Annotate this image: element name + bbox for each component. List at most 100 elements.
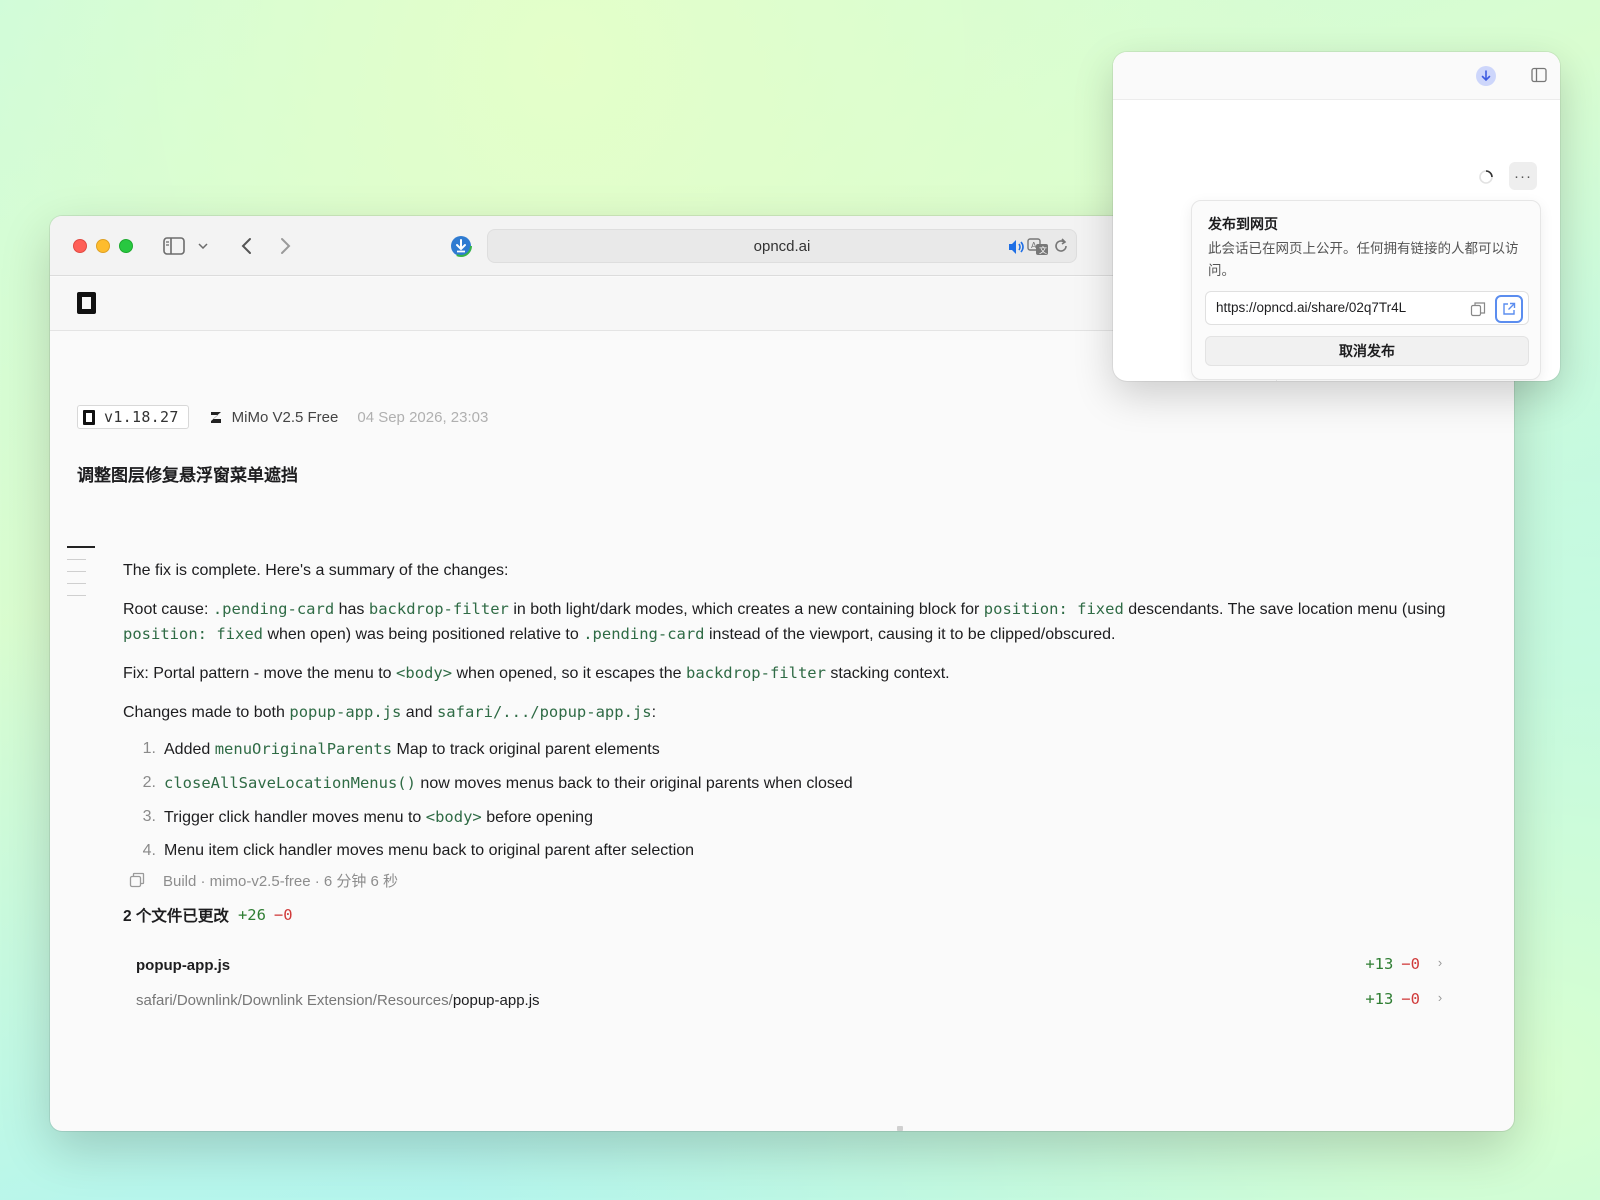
opencode-logo-icon bbox=[83, 409, 95, 425]
text-span: Trigger click handler moves menu to bbox=[164, 809, 422, 826]
inline-code: menuOriginalParents bbox=[214, 740, 393, 758]
text-span: to both bbox=[235, 704, 285, 721]
sidebar-toggle-icon[interactable] bbox=[162, 236, 186, 256]
share-window: ··· 发布到网页 此会话已在网页上公开。任何拥有链接的人都可以访问。 取消发布 bbox=[1113, 52, 1560, 381]
changes-label: Changes made bbox=[123, 704, 232, 721]
back-button[interactable] bbox=[235, 234, 257, 258]
text-span: : bbox=[651, 704, 657, 721]
inline-code: position: fixed bbox=[983, 600, 1124, 618]
outline-item[interactable] bbox=[67, 571, 86, 572]
unpublish-button[interactable]: 取消发布 bbox=[1205, 336, 1529, 366]
text-span: before opening bbox=[486, 809, 593, 826]
text-span: descendants. The save location menu (usi… bbox=[1128, 601, 1446, 618]
open-link-icon[interactable] bbox=[1495, 295, 1523, 323]
text-span: Portal pattern - move the menu to bbox=[153, 665, 392, 682]
list-item: 4. Menu item click handler moves menu ba… bbox=[123, 839, 1468, 873]
text-span: in both light/dark modes, which creates … bbox=[513, 601, 980, 618]
text-span: Added bbox=[164, 741, 211, 758]
scroll-indicator[interactable] bbox=[897, 1126, 903, 1131]
list-number: 4. bbox=[142, 842, 156, 859]
text-span: when open) was being positioned relative… bbox=[267, 626, 579, 643]
file-directory: safari/Downlink/Downlink Extension/Resou… bbox=[136, 991, 453, 1009]
panel-toggle-icon[interactable] bbox=[1531, 67, 1549, 85]
inline-code: closeAllSaveLocationMenus() bbox=[164, 774, 416, 792]
file-diff-stats: +13 −0 bbox=[1365, 990, 1420, 1008]
outline-item[interactable] bbox=[67, 546, 95, 548]
file-diff-stats: +13 −0 bbox=[1365, 955, 1420, 973]
text-span: stacking context. bbox=[830, 665, 950, 682]
text-span: Map to track original parent elements bbox=[396, 741, 660, 758]
message-outline[interactable] bbox=[67, 546, 97, 607]
model-logo-icon bbox=[209, 410, 223, 424]
speaker-icon[interactable] bbox=[1006, 237, 1026, 257]
root-cause-label: Root cause: bbox=[123, 601, 209, 618]
root-cause-paragraph: Root cause: .pending-card has backdrop-f… bbox=[123, 597, 1468, 647]
chevron-right-icon[interactable]: › bbox=[1434, 955, 1446, 970]
list-item: 1. Added menuOriginalParents Map to trac… bbox=[123, 737, 1468, 771]
inline-code: backdrop-filter bbox=[685, 664, 826, 682]
build-info: Build · mimo-v2.5-free · 6 分钟 6 秒 bbox=[129, 869, 398, 891]
file-deletions: −0 bbox=[1401, 955, 1420, 973]
svg-text:A: A bbox=[1031, 241, 1037, 250]
text-span: now moves menus back to their original p… bbox=[420, 775, 853, 792]
publish-description: 此会话已在网页上公开。任何拥有链接的人都可以访问。 bbox=[1208, 241, 1519, 278]
file-additions: +13 bbox=[1365, 955, 1394, 973]
file-deletions: −0 bbox=[1401, 990, 1420, 1008]
inline-code: backdrop-filter bbox=[368, 600, 509, 618]
inline-code: .pending-card bbox=[583, 625, 705, 643]
outline-item[interactable] bbox=[67, 559, 86, 560]
address-text[interactable]: opncd.ai bbox=[488, 238, 1076, 255]
copy-link-icon[interactable] bbox=[1468, 299, 1488, 319]
reload-icon[interactable] bbox=[1052, 237, 1070, 257]
more-options-button[interactable]: ··· bbox=[1509, 162, 1537, 190]
session-meta: v1.18.27 MiMo V2.5 Free 04 Sep 2026, 23:… bbox=[77, 404, 488, 430]
publish-popover: 发布到网页 此会话已在网页上公开。任何拥有链接的人都可以访问。 取消发布 bbox=[1191, 200, 1541, 380]
intro-paragraph: The fix is complete. Here's a summary of… bbox=[123, 562, 509, 579]
app-logo[interactable] bbox=[77, 292, 96, 314]
inline-code: position: fixed bbox=[123, 625, 263, 643]
build-text: Build · mimo-v2.5-free · 6 分钟 6 秒 bbox=[163, 872, 399, 890]
changed-file-row[interactable]: popup-app.js +13 −0 › bbox=[136, 951, 1446, 979]
files-changed-label: 2 个文件已更改 bbox=[123, 908, 229, 925]
text-span: and bbox=[405, 704, 433, 721]
model-name: MiMo V2.5 Free bbox=[231, 408, 339, 426]
zoom-window-button[interactable] bbox=[119, 239, 133, 253]
list-item: 2. closeAllSaveLocationMenus() now moves… bbox=[123, 771, 1468, 805]
session-title: 调整图层修复悬浮窗菜单遮挡 bbox=[77, 466, 298, 485]
list-number: 2. bbox=[142, 774, 156, 791]
minimize-window-button[interactable] bbox=[96, 239, 110, 253]
changed-file-row[interactable]: safari/Downlink/Downlink Extension/Resou… bbox=[136, 986, 1446, 1014]
changes-list: 1. Added menuOriginalParents Map to trac… bbox=[123, 737, 1468, 873]
loading-spinner-icon bbox=[1478, 169, 1494, 185]
diff-summary: 2 个文件已更改 +26 −0 bbox=[123, 904, 293, 926]
translate-icon[interactable]: A文 bbox=[1027, 237, 1049, 257]
download-icon[interactable] bbox=[1476, 66, 1496, 86]
outline-item[interactable] bbox=[67, 583, 86, 584]
inline-code: .pending-card bbox=[212, 600, 335, 618]
outline-item[interactable] bbox=[67, 595, 86, 596]
chevron-down-icon[interactable] bbox=[196, 237, 210, 255]
svg-text:文: 文 bbox=[1039, 245, 1047, 255]
text-span: when opened, so it escapes the bbox=[456, 665, 682, 682]
version-badge: v1.18.27 bbox=[77, 405, 189, 429]
inline-code: <body> bbox=[425, 808, 482, 826]
inline-code: <body> bbox=[396, 664, 453, 682]
inline-code: popup-app.js bbox=[289, 703, 402, 721]
address-bar[interactable]: opncd.ai A文 bbox=[487, 229, 1077, 263]
share-link-input[interactable] bbox=[1216, 300, 1466, 315]
text-span: has bbox=[338, 601, 365, 618]
copy-icon[interactable] bbox=[129, 872, 145, 888]
forward-button[interactable] bbox=[275, 234, 297, 258]
list-number: 1. bbox=[142, 740, 156, 757]
version-label: v1.18.27 bbox=[104, 408, 179, 426]
extension-download-icon[interactable] bbox=[449, 234, 473, 258]
fix-paragraph: Fix: Portal pattern - move the menu to <… bbox=[123, 661, 1468, 686]
inline-code: safari/.../popup-app.js bbox=[436, 703, 652, 721]
close-window-button[interactable] bbox=[73, 239, 87, 253]
session-timestamp: 04 Sep 2026, 23:03 bbox=[357, 408, 489, 426]
share-window-toolbar bbox=[1113, 52, 1560, 100]
text-span: instead of the viewport, causing it to b… bbox=[708, 626, 1116, 643]
list-number: 3. bbox=[142, 808, 156, 825]
chevron-right-icon[interactable]: › bbox=[1434, 990, 1446, 1005]
file-additions: +13 bbox=[1365, 990, 1394, 1008]
